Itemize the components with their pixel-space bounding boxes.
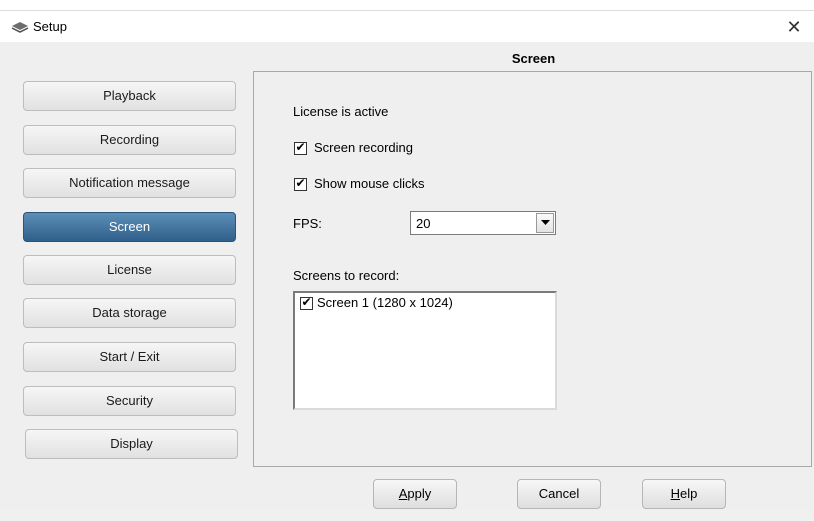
sidebar-item-display[interactable]: Display bbox=[25, 429, 238, 459]
setup-icon bbox=[11, 20, 29, 34]
sidebar-item-start-exit[interactable]: Start / Exit bbox=[23, 342, 236, 372]
show-mouse-clicks-checkbox[interactable]: ✔ bbox=[294, 176, 307, 191]
sidebar-item-security[interactable]: Security bbox=[23, 386, 236, 416]
sidebar-item-notification-message[interactable]: Notification message bbox=[23, 168, 236, 198]
sidebar-item-recording[interactable]: Recording bbox=[23, 125, 236, 155]
checkmark-icon: ✔ bbox=[301, 295, 312, 309]
screens-listbox[interactable]: ✔ Screen 1 (1280 x 1024) bbox=[293, 291, 557, 410]
panel-title: Screen bbox=[511, 51, 556, 66]
screen-1-label: Screen 1 (1280 x 1024) bbox=[317, 295, 453, 310]
sidebar-item-license[interactable]: License bbox=[23, 255, 236, 285]
apply-label: pply bbox=[407, 486, 432, 501]
screens-to-record-label: Screens to record: bbox=[293, 268, 400, 283]
help-label: elp bbox=[680, 486, 698, 501]
apply-button[interactable]: Apply bbox=[373, 479, 457, 509]
license-status: License is active bbox=[293, 104, 389, 119]
screen-recording-label[interactable]: Screen recording bbox=[314, 140, 413, 155]
checkmark-icon: ✔ bbox=[295, 140, 306, 154]
show-mouse-clicks-label[interactable]: Show mouse clicks bbox=[314, 176, 425, 191]
chevron-down-icon bbox=[541, 220, 550, 225]
sidebar-item-playback[interactable]: Playback bbox=[23, 81, 236, 111]
screen-recording-checkbox[interactable]: ✔ bbox=[294, 140, 307, 155]
fps-label: FPS: bbox=[293, 216, 322, 231]
fps-value: 20 bbox=[416, 216, 431, 231]
screen-1-checkbox[interactable]: ✔ bbox=[300, 295, 313, 310]
fps-select[interactable]: 20 bbox=[410, 211, 556, 235]
close-button[interactable]: ✕ bbox=[774, 11, 814, 43]
sidebar-item-screen[interactable]: Screen bbox=[23, 212, 236, 242]
checkmark-icon: ✔ bbox=[295, 176, 306, 190]
close-icon: ✕ bbox=[786, 17, 802, 37]
window-title: Setup bbox=[33, 19, 67, 34]
help-button[interactable]: Help bbox=[642, 479, 726, 509]
help-mnemonic: H bbox=[670, 486, 681, 501]
sidebar-item-data-storage[interactable]: Data storage bbox=[23, 298, 236, 328]
cancel-button[interactable]: Cancel bbox=[517, 479, 601, 509]
title-bar: Setup ✕ bbox=[0, 11, 814, 43]
fps-dropdown-button[interactable] bbox=[536, 213, 554, 233]
